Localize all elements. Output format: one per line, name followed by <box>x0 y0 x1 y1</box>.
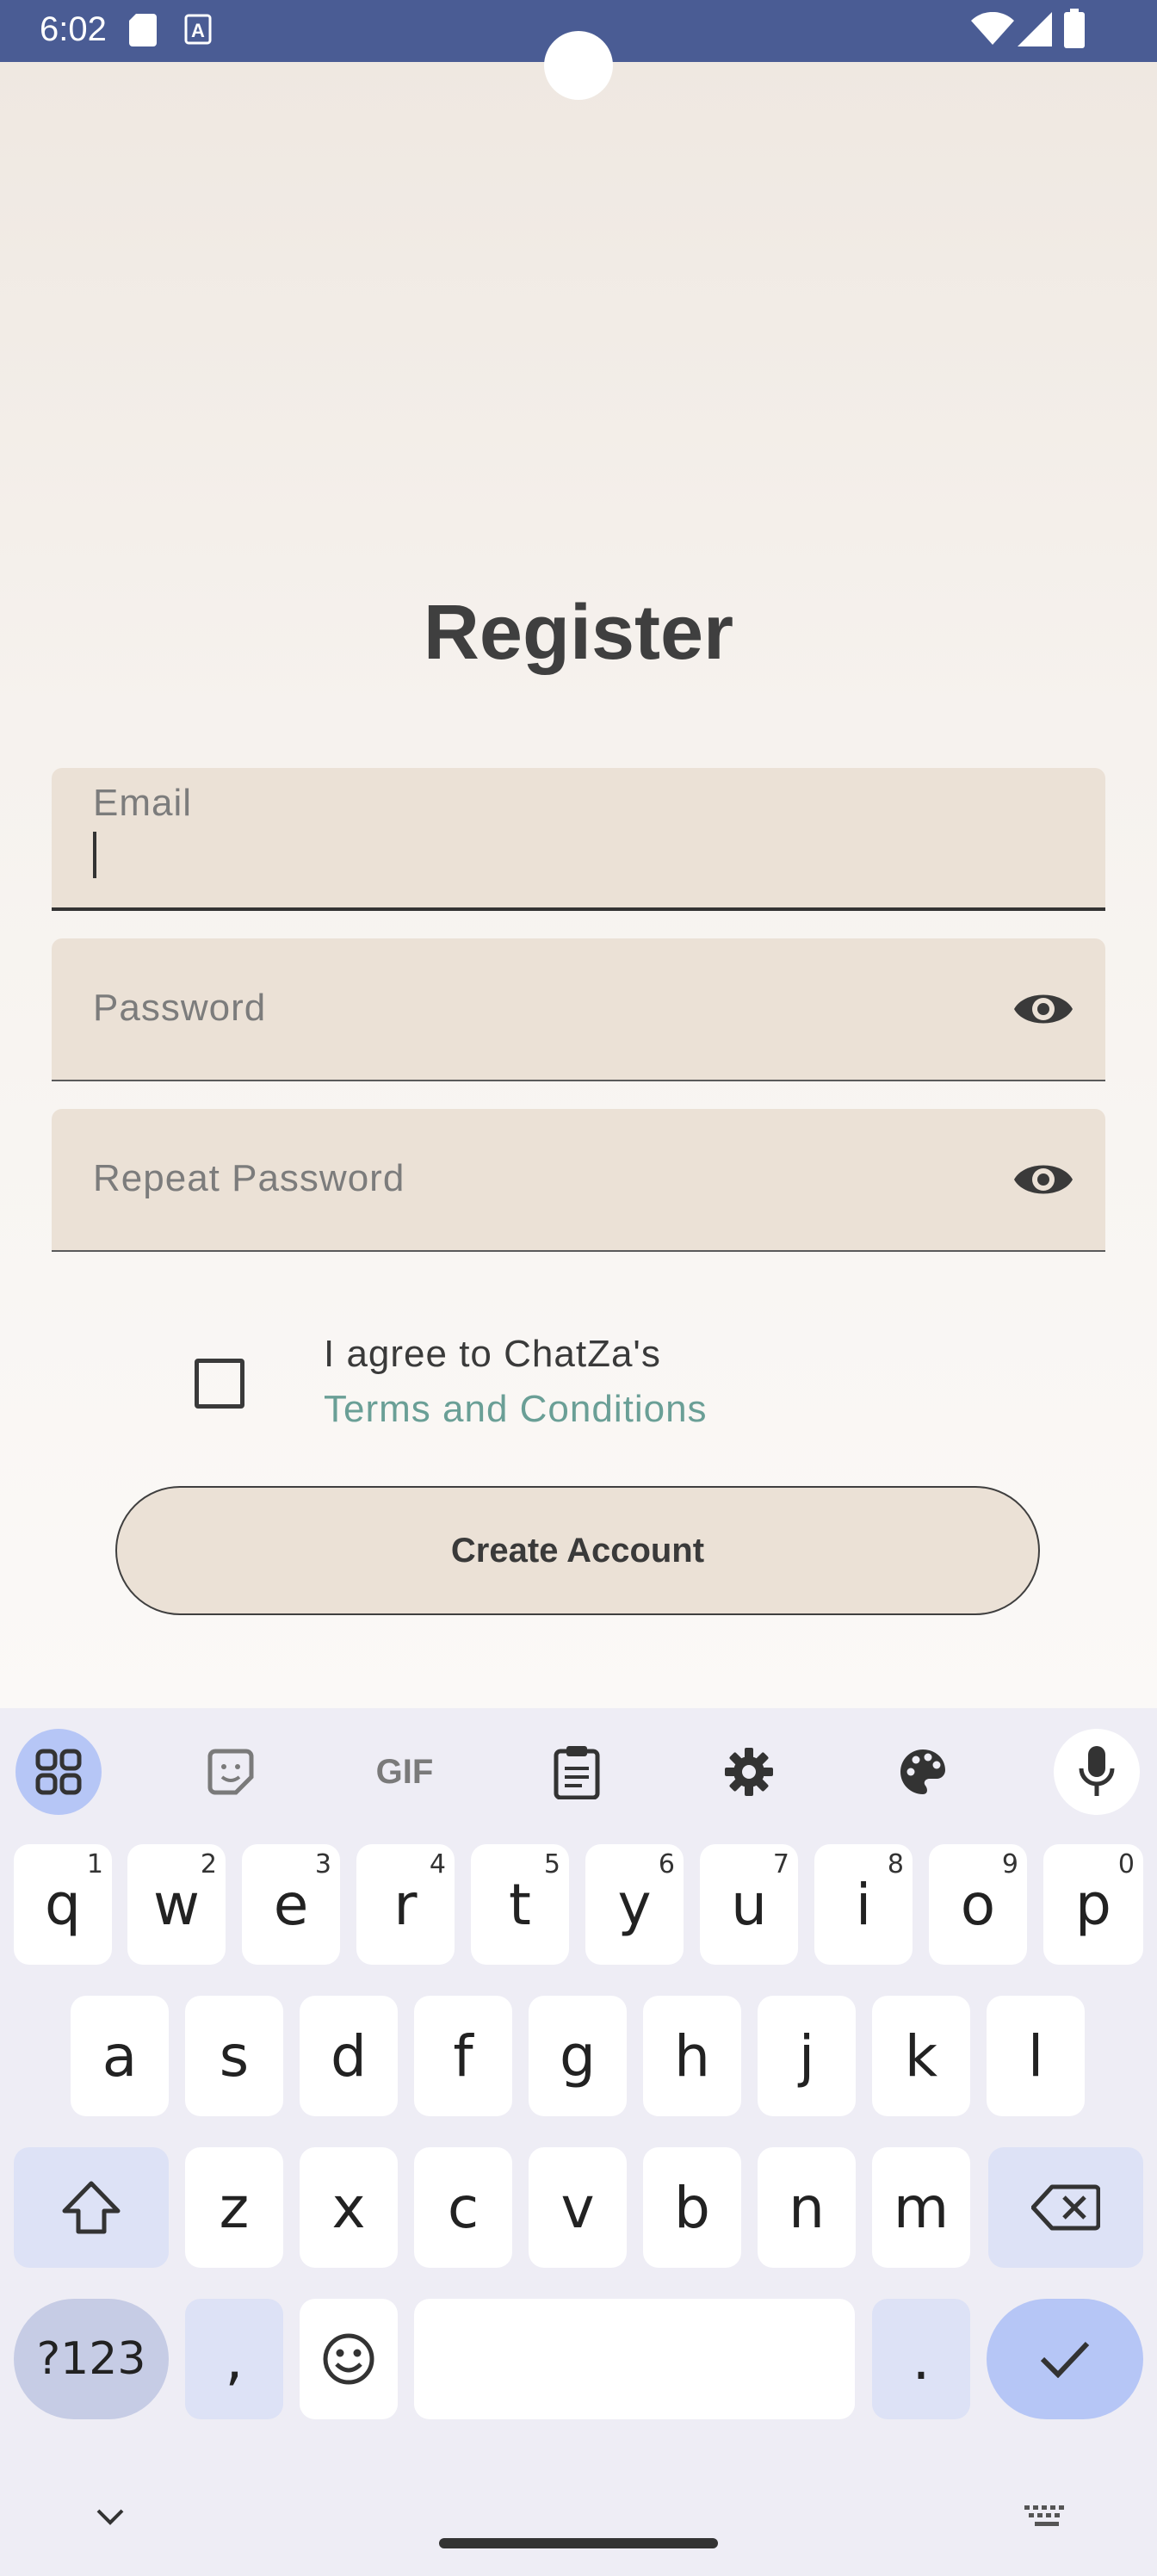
key-hint: 7 <box>772 1849 789 1879</box>
key-s[interactable]: s <box>185 1996 283 2116</box>
key-t[interactable]: t5 <box>471 1844 569 1965</box>
key-label: u <box>731 1871 767 1938</box>
password-placeholder: Password <box>93 987 267 1029</box>
a-badge-icon: A <box>184 14 212 45</box>
done-key[interactable] <box>987 2299 1143 2419</box>
apps-icon[interactable] <box>15 1729 102 1815</box>
key-y[interactable]: y6 <box>585 1844 684 1965</box>
status-time: 6:02 <box>40 10 107 48</box>
key-label: y <box>617 1871 652 1938</box>
key-h[interactable]: h <box>643 1996 741 2116</box>
eye-icon[interactable] <box>1012 983 1074 1035</box>
key-hint: 4 <box>429 1849 446 1879</box>
key-label: o <box>960 1871 996 1938</box>
key-label: q <box>45 1871 81 1938</box>
repeat-password-placeholder: Repeat Password <box>93 1157 405 1199</box>
key-a[interactable]: a <box>71 1996 169 2116</box>
key-hint: 6 <box>658 1849 675 1879</box>
comma-key[interactable]: , <box>185 2299 283 2419</box>
key-hint: 2 <box>200 1849 217 1879</box>
key-z[interactable]: z <box>185 2147 283 2268</box>
key-r[interactable]: r4 <box>356 1844 455 1965</box>
page-title: Register <box>423 590 734 676</box>
shift-key[interactable] <box>14 2147 169 2268</box>
emoji-key[interactable] <box>300 2299 398 2419</box>
clipboard-icon[interactable] <box>534 1729 620 1815</box>
backspace-icon <box>1031 2184 1100 2231</box>
key-f[interactable]: f <box>414 1996 512 2116</box>
password-field[interactable]: Password <box>52 938 1105 1081</box>
email-field[interactable]: Email <box>52 768 1105 911</box>
key-c[interactable]: c <box>414 2147 512 2268</box>
svg-text:A: A <box>191 20 205 41</box>
battery-icon <box>1064 9 1085 48</box>
key-j[interactable]: j <box>758 1996 856 2116</box>
home-indicator[interactable] <box>439 2538 718 2548</box>
agree-text: I agree to ChatZa's <box>324 1333 661 1375</box>
key-label: e <box>273 1871 309 1938</box>
key-n[interactable]: n <box>758 2147 856 2268</box>
key-w[interactable]: w2 <box>127 1844 226 1965</box>
symbols-key[interactable]: ?123 <box>14 2299 169 2419</box>
sticker-icon[interactable] <box>188 1729 274 1815</box>
text-cursor <box>93 832 96 878</box>
terms-link[interactable]: Terms and Conditions <box>324 1388 708 1431</box>
eye-icon[interactable] <box>1012 1154 1074 1205</box>
gif-icon[interactable]: GIF <box>362 1729 448 1815</box>
key-hint: 8 <box>887 1849 904 1879</box>
key-u[interactable]: u7 <box>700 1844 798 1965</box>
key-g[interactable]: g <box>529 1996 627 2116</box>
key-label: p <box>1075 1871 1111 1938</box>
settings-icon[interactable] <box>706 1729 792 1815</box>
key-q[interactable]: q1 <box>14 1844 112 1965</box>
key-b[interactable]: b <box>643 2147 741 2268</box>
key-v[interactable]: v <box>529 2147 627 2268</box>
key-o[interactable]: o9 <box>929 1844 1027 1965</box>
chevron-down-icon[interactable] <box>96 2509 124 2526</box>
period-key[interactable]: . <box>872 2299 970 2419</box>
shift-icon <box>62 2181 121 2234</box>
key-i[interactable]: i8 <box>814 1844 913 1965</box>
key-label: t <box>509 1871 531 1938</box>
on-screen-keyboard: GIF q 1 w 2 e 3 r 4 t 5 y 6 u 7 i 8 o 9 … <box>0 1708 1157 2576</box>
register-screen: Register Email Password Repeat Password … <box>0 62 1157 1708</box>
create-account-button[interactable]: Create Account <box>115 1486 1040 1615</box>
email-label: Email <box>93 782 193 824</box>
key-label: i <box>855 1871 872 1938</box>
key-hint: 3 <box>314 1849 331 1879</box>
key-e[interactable]: e3 <box>242 1844 340 1965</box>
check-icon <box>1040 2341 1090 2378</box>
key-x[interactable]: x <box>300 2147 398 2268</box>
key-k[interactable]: k <box>872 1996 970 2116</box>
wifi-icon <box>971 12 1014 45</box>
key-hint: 9 <box>1001 1849 1018 1879</box>
terms-checkbox[interactable] <box>195 1359 244 1409</box>
sd-card-icon <box>129 14 157 46</box>
backspace-key[interactable] <box>988 2147 1143 2268</box>
camera-cutout <box>544 31 613 100</box>
key-hint: 0 <box>1117 1849 1135 1879</box>
gif-label: GIF <box>375 1752 434 1791</box>
key-p[interactable]: p0 <box>1043 1844 1143 1965</box>
emoji-icon <box>323 2333 374 2385</box>
signal-icon <box>1018 12 1052 46</box>
mic-icon[interactable] <box>1054 1729 1140 1815</box>
key-l[interactable]: l <box>987 1996 1085 2116</box>
key-hint: 5 <box>543 1849 560 1879</box>
key-label: r <box>393 1871 418 1938</box>
key-label: w <box>153 1871 200 1938</box>
key-m[interactable]: m <box>872 2147 970 2268</box>
space-key[interactable] <box>414 2299 855 2419</box>
keyboard-switch-icon[interactable] <box>1024 2505 1069 2530</box>
key-d[interactable]: d <box>300 1996 398 2116</box>
palette-icon[interactable] <box>880 1729 966 1815</box>
key-hint: 1 <box>86 1849 103 1879</box>
repeat-password-field[interactable]: Repeat Password <box>52 1109 1105 1252</box>
